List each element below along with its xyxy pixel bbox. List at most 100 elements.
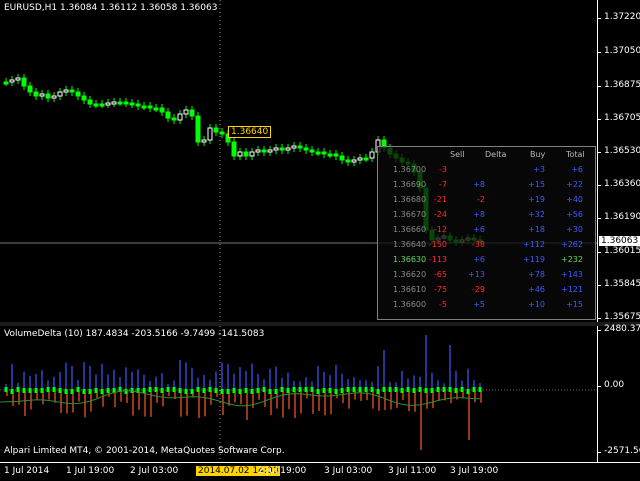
- candle-body: [315, 151, 321, 155]
- candle-body: [363, 157, 369, 161]
- candle-body: [183, 109, 189, 115]
- delta-marker: [256, 388, 260, 393]
- table-row: 1.36680 -21 -2 +19 +40: [378, 195, 595, 209]
- delta-cell: -38: [471, 240, 485, 249]
- total-cell: +232: [561, 255, 583, 264]
- candle-body: [201, 139, 207, 143]
- sell-cell: -24: [433, 210, 447, 219]
- delta-cell: -29: [471, 285, 485, 294]
- delta-marker: [310, 387, 314, 392]
- delta-marker: [460, 387, 464, 392]
- delta-marker: [418, 387, 422, 392]
- delta-marker: [172, 387, 176, 392]
- delta-marker: [94, 388, 98, 393]
- delta-marker: [286, 388, 290, 393]
- candle-body: [309, 149, 315, 153]
- delta-cell: +5: [473, 300, 485, 309]
- candle-body: [165, 111, 171, 119]
- delta-marker: [250, 389, 254, 394]
- candle-body: [333, 153, 339, 157]
- candle-body: [81, 95, 87, 101]
- delta-marker: [232, 388, 236, 393]
- time-tick-label: 3 Jul 19:00: [450, 466, 499, 476]
- total-cell: +22: [566, 180, 583, 189]
- time-tick-label: 2 Jul 03:00: [130, 466, 179, 476]
- delta-marker: [160, 388, 164, 393]
- indicator-tick-label: -2571.5640: [597, 446, 640, 456]
- delta-marker: [106, 388, 110, 393]
- delta-marker: [34, 388, 38, 393]
- delta-marker: [436, 387, 440, 392]
- price-cell: 1.36600: [393, 300, 427, 309]
- buy-cell: +119: [523, 255, 545, 264]
- delta-marker: [376, 389, 380, 394]
- sell-cell: -75: [433, 285, 447, 294]
- time-tick-label: 2 Jul 19:00: [258, 466, 307, 476]
- candle-body: [303, 147, 309, 151]
- delta-marker: [424, 388, 428, 393]
- delta-marker: [316, 389, 320, 394]
- volume-delta-indicator[interactable]: VolumeDelta (10) 187.4834 -203.5166 -9.7…: [0, 326, 597, 462]
- indicator-scale[interactable]: 2480.3760 0.00 -2571.5640: [596, 324, 640, 462]
- candle-body: [147, 105, 153, 109]
- candle-body: [249, 151, 255, 157]
- delta-marker: [82, 389, 86, 394]
- delta-cell: +8: [473, 180, 485, 189]
- price-scale[interactable]: 1.37220 1.37050 1.36875 1.36705 1.36530 1.363…: [596, 0, 640, 322]
- header-sell: Sell: [450, 150, 465, 159]
- table-row: 1.36700 -3 +3 +6: [378, 165, 595, 179]
- delta-marker: [142, 388, 146, 393]
- buy-cell: +46: [528, 285, 545, 294]
- price-chart[interactable]: EURUSD,H1 1.36084 1.36112 1.36058 1.3606…: [0, 0, 597, 322]
- candle-body: [297, 145, 303, 149]
- candle-body: [327, 153, 333, 157]
- candle-body: [273, 147, 279, 151]
- table-row: 1.36600 -5 +5 +10 +15: [378, 300, 595, 314]
- delta-cell: +13: [468, 270, 485, 279]
- time-tick-label: 3 Jul 11:00: [388, 466, 437, 476]
- delta-marker: [208, 387, 212, 392]
- delta-marker: [322, 388, 326, 393]
- candle-body: [339, 155, 345, 161]
- buy-cell: +18: [528, 225, 545, 234]
- sell-cell: -65: [433, 270, 447, 279]
- sell-cell: -7: [439, 180, 447, 189]
- table-row: 1.36610 -75 -29 +46 +121: [378, 285, 595, 299]
- total-cell: +121: [561, 285, 583, 294]
- time-tick-label: 1 Jul 19:00: [66, 466, 115, 476]
- broker-watermark: Alpari Limited MT4, © 2001-2014, MetaQuo…: [4, 446, 285, 456]
- price-cell: 1.36660: [393, 225, 427, 234]
- delta-marker: [304, 387, 308, 392]
- table-row: 1.36690 -7 +8 +15 +22: [378, 180, 595, 194]
- time-axis[interactable]: 1 Jul 2014 1 Jul 19:00 2 Jul 03:00 2014.07.…: [0, 462, 640, 481]
- header-total: Total: [566, 150, 585, 159]
- time-tick-label: 1 Jul 2014: [4, 466, 50, 476]
- buy-cell: +78: [528, 270, 545, 279]
- table-row: 1.36660 -12 +6 +18 +30: [378, 225, 595, 239]
- delta-marker: [274, 389, 278, 394]
- candle-body: [189, 109, 195, 117]
- price-cell: 1.36670: [393, 210, 427, 219]
- current-price-tag: 1.36063: [599, 236, 640, 246]
- total-cell: +262: [561, 240, 583, 249]
- price-label-annotation[interactable]: 1.36640: [228, 126, 272, 138]
- candle-body: [291, 145, 297, 149]
- delta-cell: +8: [473, 210, 485, 219]
- price-cell: 1.36620: [393, 270, 427, 279]
- delta-marker: [328, 388, 332, 393]
- header-delta: Delta: [485, 150, 507, 159]
- candle-body: [135, 103, 141, 107]
- indicator-plot: [0, 326, 597, 462]
- delta-marker: [430, 388, 434, 393]
- candle-body: [15, 77, 21, 81]
- delta-marker: [22, 388, 26, 393]
- candle-body: [69, 89, 75, 93]
- delta-marker: [124, 389, 128, 394]
- price-tick-label: 1.35675: [596, 312, 640, 322]
- candle-body: [39, 93, 45, 97]
- candle-body: [285, 147, 291, 151]
- delta-marker: [406, 387, 410, 392]
- price-tick-label: 1.36875: [596, 80, 640, 90]
- candle-body: [105, 102, 111, 106]
- delta-cell: -2: [477, 195, 485, 204]
